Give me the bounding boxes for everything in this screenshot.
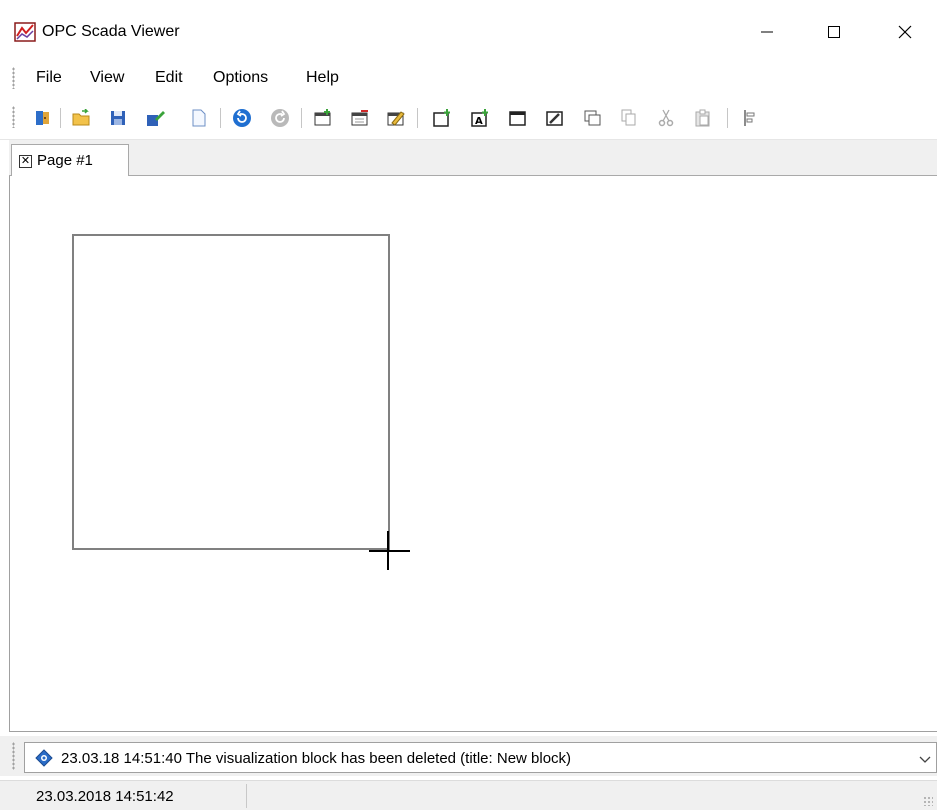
new-page-button[interactable]: [189, 108, 209, 128]
maximize-button[interactable]: [811, 14, 857, 50]
minimize-button[interactable]: [744, 14, 790, 50]
redo-button[interactable]: [270, 108, 290, 128]
edit-block-button[interactable]: [545, 108, 565, 128]
menu-file[interactable]: File: [34, 68, 64, 88]
app-icon: [14, 22, 36, 42]
tab-label: Page #1: [37, 152, 93, 169]
maximize-icon: [828, 26, 840, 38]
new-page-icon: [192, 109, 206, 127]
toolbar-separator: [220, 108, 221, 128]
menu-bar: File View Edit Options Help: [0, 62, 937, 92]
svg-text:A: A: [475, 116, 483, 127]
toolbar-separator: [60, 108, 61, 128]
toolbar-separator: [301, 108, 302, 128]
window-title: OPC Scada Viewer: [42, 23, 180, 40]
log-message: 23.03.18 14:51:40 The visualization bloc…: [61, 750, 572, 767]
save-as-icon: [147, 111, 165, 126]
exit-button[interactable]: [33, 108, 53, 128]
edit-page-button[interactable]: [386, 108, 406, 128]
add-block-button[interactable]: [432, 108, 452, 128]
title-bar: OPC Scada Viewer: [0, 0, 937, 62]
copy-icon: [621, 109, 636, 126]
status-bar: 23.03.2018 14:51:42: [0, 780, 937, 810]
log-bar: 23.03.18 14:51:40 The visualization bloc…: [0, 736, 937, 776]
toolbar-grip[interactable]: [12, 106, 15, 128]
save-button[interactable]: [108, 108, 128, 128]
menu-edit[interactable]: Edit: [153, 68, 185, 88]
copy-block-icon: [584, 110, 601, 126]
undo-icon: [233, 109, 251, 127]
block-icon: [509, 111, 526, 126]
paste-button[interactable]: [693, 108, 713, 128]
align-button[interactable]: [740, 108, 760, 128]
menu-options[interactable]: Options: [211, 68, 270, 88]
save-icon: [111, 111, 125, 125]
close-icon: [898, 25, 912, 39]
undo-button[interactable]: [232, 108, 252, 128]
menu-grip[interactable]: [12, 67, 15, 89]
add-block-icon: [433, 109, 450, 127]
menu-help[interactable]: Help: [304, 68, 341, 88]
copy-button[interactable]: [619, 108, 639, 128]
crosshair-cursor: [369, 550, 410, 552]
log-grip[interactable]: [12, 742, 15, 770]
chevron-down-icon[interactable]: [918, 752, 932, 766]
resize-grip[interactable]: [923, 796, 933, 806]
add-text-block-icon: A: [471, 109, 488, 127]
menu-view[interactable]: View: [88, 68, 126, 88]
log-combo[interactable]: 23.03.18 14:51:40 The visualization bloc…: [24, 742, 937, 773]
open-folder-icon: [72, 109, 90, 126]
add-text-block-button[interactable]: A: [470, 108, 490, 128]
visualization-block[interactable]: [72, 234, 390, 550]
delete-page-icon: [351, 110, 368, 126]
save-as-button[interactable]: [146, 108, 166, 128]
paste-icon: [695, 109, 710, 127]
status-datetime: 23.03.2018 14:51:42: [36, 788, 174, 805]
align-icon: [744, 110, 755, 126]
page-tabs: ✕ Page #1: [9, 140, 937, 177]
open-button[interactable]: [72, 108, 92, 128]
edit-block-icon: [546, 111, 563, 126]
exit-door-icon: [36, 111, 49, 125]
block-button[interactable]: [508, 108, 528, 128]
tab-page-1[interactable]: ✕ Page #1: [11, 144, 129, 177]
add-page-button[interactable]: [313, 108, 333, 128]
toolbar-separator: [417, 108, 418, 128]
redo-icon: [271, 109, 289, 127]
crosshair-cursor-vertical: [387, 531, 389, 570]
tab-close-icon[interactable]: ✕: [19, 155, 32, 168]
info-diamond-icon: [35, 749, 53, 767]
toolbar: A: [0, 94, 937, 140]
status-separator: [246, 784, 247, 808]
close-button[interactable]: [882, 14, 928, 50]
cut-button[interactable]: [656, 108, 676, 128]
cut-icon: [658, 109, 674, 127]
edit-page-icon: [387, 111, 405, 126]
add-page-icon: [314, 109, 331, 126]
copy-block-button[interactable]: [583, 108, 603, 128]
minimize-icon: [761, 31, 773, 33]
delete-page-button[interactable]: [350, 108, 370, 128]
toolbar-separator: [727, 108, 728, 128]
